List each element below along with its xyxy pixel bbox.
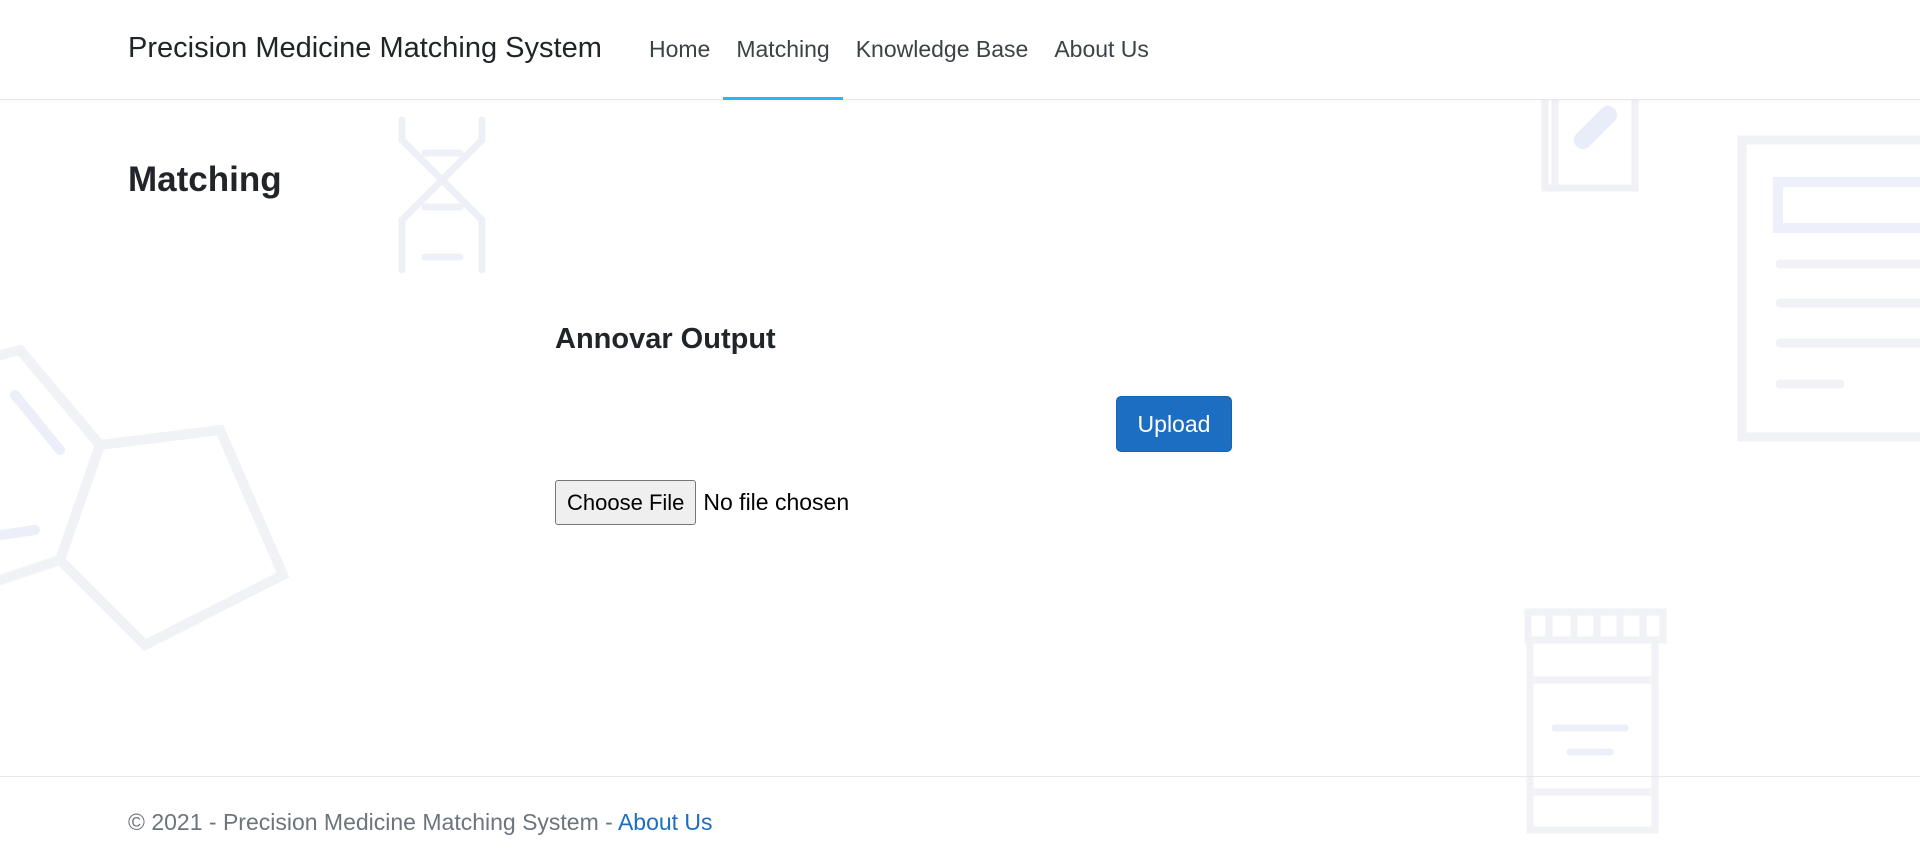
- footer-copyright: © 2021 - Precision Medicine Matching Sys…: [128, 809, 618, 835]
- nav-link-matching[interactable]: Matching: [723, 0, 844, 100]
- footer: © 2021 - Precision Medicine Matching Sys…: [0, 776, 1920, 867]
- nav-link-knowledge-base[interactable]: Knowledge Base: [843, 0, 1042, 99]
- document-icon: [1737, 135, 1920, 442]
- nav-link-home[interactable]: Home: [636, 0, 723, 99]
- brand-link[interactable]: Precision Medicine Matching System: [128, 32, 602, 65]
- nav-link-about-us[interactable]: About Us: [1041, 0, 1162, 99]
- footer-text: © 2021 - Precision Medicine Matching Sys…: [128, 809, 713, 836]
- top-navbar: Precision Medicine Matching System Home …: [0, 0, 1920, 100]
- dna-icon: [398, 116, 486, 274]
- section-title: Annovar Output: [555, 323, 776, 355]
- choose-file-button[interactable]: Choose File: [555, 480, 697, 525]
- background-illustration: [0, 95, 1920, 834]
- footer-about-link[interactable]: About Us: [618, 809, 713, 835]
- page-title: Matching: [128, 160, 282, 199]
- nav-links: Home Matching Knowledge Base About Us: [636, 0, 1162, 100]
- file-input: Choose File No file chosen: [555, 480, 849, 525]
- upload-button[interactable]: Upload: [1116, 396, 1232, 452]
- file-status: No file chosen: [703, 489, 850, 515]
- notebook-icon: [1541, 95, 1639, 192]
- page: Precision Medicine Matching System Home …: [0, 0, 1920, 867]
- molecule-icon: [0, 344, 290, 652]
